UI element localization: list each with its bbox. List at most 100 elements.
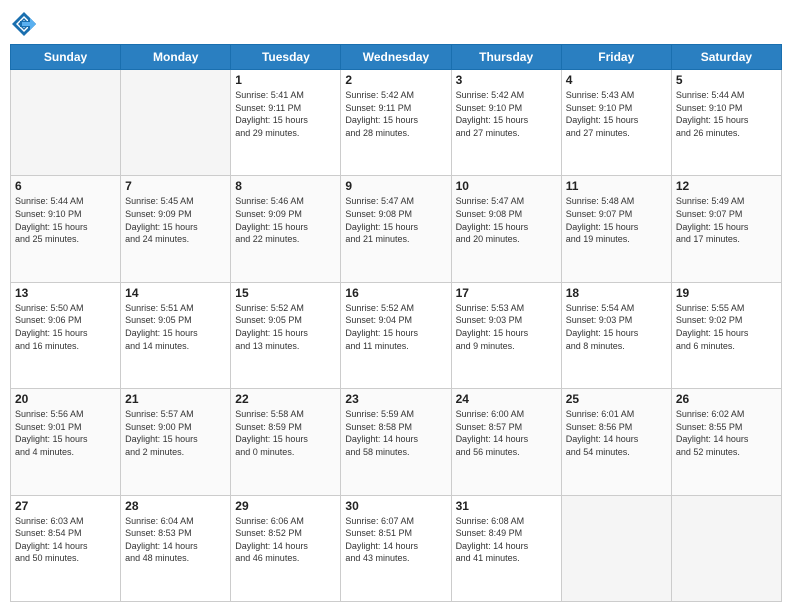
calendar-cell: 18 Sunrise: 5:54 AM Sunset: 9:03 PM Dayli…: [561, 282, 671, 388]
calendar-header-saturday: Saturday: [671, 45, 781, 70]
day-number: 23: [345, 392, 446, 406]
day-detail: Sunrise: 5:53 AM Sunset: 9:03 PM Dayligh…: [456, 302, 557, 352]
calendar-table: SundayMondayTuesdayWednesdayThursdayFrid…: [10, 44, 782, 602]
day-number: 15: [235, 286, 336, 300]
calendar-cell: 31 Sunrise: 6:08 AM Sunset: 8:49 PM Dayli…: [451, 495, 561, 601]
calendar-cell: 20 Sunrise: 5:56 AM Sunset: 9:01 PM Dayli…: [11, 389, 121, 495]
calendar-cell: 14Sunrise: 5:51 AM Sunset: 9:05 PM Dayli…: [121, 282, 231, 388]
day-number: 10: [456, 179, 557, 193]
day-detail: Sunrise: 5:41 AM Sunset: 9:11 PM Dayligh…: [235, 89, 336, 139]
calendar-cell: 22 Sunrise: 5:58 AM Sunset: 8:59 PM Dayli…: [231, 389, 341, 495]
calendar-week-4: 20 Sunrise: 5:56 AM Sunset: 9:01 PM Dayli…: [11, 389, 782, 495]
day-detail: Sunrise: 5:59 AM Sunset: 8:58 PM Dayligh…: [345, 408, 446, 458]
calendar-cell: 23 Sunrise: 5:59 AM Sunset: 8:58 PM Dayli…: [341, 389, 451, 495]
calendar-cell: 27 Sunrise: 6:03 AM Sunset: 8:54 PM Dayli…: [11, 495, 121, 601]
day-number: 1: [235, 73, 336, 87]
day-number: 17: [456, 286, 557, 300]
day-number: 8: [235, 179, 336, 193]
day-detail: Sunrise: 5:52 AM Sunset: 9:05 PM Dayligh…: [235, 302, 336, 352]
calendar-week-3: 13 Sunrise: 5:50 AM Sunset: 9:06 PM Dayli…: [11, 282, 782, 388]
day-detail: Sunrise: 5:44 AM Sunset: 9:10 PM Dayligh…: [676, 89, 777, 139]
day-detail: Sunrise: 5:46 AM Sunset: 9:09 PM Dayligh…: [235, 195, 336, 245]
day-detail: Sunrise: 6:08 AM Sunset: 8:49 PM Dayligh…: [456, 515, 557, 565]
calendar-header-row: SundayMondayTuesdayWednesdayThursdayFrid…: [11, 45, 782, 70]
calendar-header-tuesday: Tuesday: [231, 45, 341, 70]
day-detail: Sunrise: 5:42 AM Sunset: 9:11 PM Dayligh…: [345, 89, 446, 139]
day-detail: Sunrise: 5:44 AM Sunset: 9:10 PM Dayligh…: [15, 195, 116, 245]
calendar-cell: 9 Sunrise: 5:47 AM Sunset: 9:08 PM Daylig…: [341, 176, 451, 282]
calendar-week-5: 27 Sunrise: 6:03 AM Sunset: 8:54 PM Dayli…: [11, 495, 782, 601]
calendar-cell: [11, 70, 121, 176]
day-detail: Sunrise: 5:51 AM Sunset: 9:05 PM Dayligh…: [125, 302, 226, 352]
day-detail: Sunrise: 5:48 AM Sunset: 9:07 PM Dayligh…: [566, 195, 667, 245]
day-number: 2: [345, 73, 446, 87]
day-detail: Sunrise: 5:42 AM Sunset: 9:10 PM Dayligh…: [456, 89, 557, 139]
day-detail: Sunrise: 5:58 AM Sunset: 8:59 PM Dayligh…: [235, 408, 336, 458]
calendar-cell: 26Sunrise: 6:02 AM Sunset: 8:55 PM Dayli…: [671, 389, 781, 495]
header: [10, 10, 782, 38]
calendar-cell: 19Sunrise: 5:55 AM Sunset: 9:02 PM Dayli…: [671, 282, 781, 388]
day-detail: Sunrise: 5:43 AM Sunset: 9:10 PM Dayligh…: [566, 89, 667, 139]
day-detail: Sunrise: 6:06 AM Sunset: 8:52 PM Dayligh…: [235, 515, 336, 565]
day-number: 24: [456, 392, 557, 406]
calendar-week-1: 1 Sunrise: 5:41 AM Sunset: 9:11 PM Daylig…: [11, 70, 782, 176]
calendar-cell: [121, 70, 231, 176]
calendar-cell: 30Sunrise: 6:07 AM Sunset: 8:51 PM Dayli…: [341, 495, 451, 601]
day-detail: Sunrise: 5:56 AM Sunset: 9:01 PM Dayligh…: [15, 408, 116, 458]
calendar-week-2: 6 Sunrise: 5:44 AM Sunset: 9:10 PM Daylig…: [11, 176, 782, 282]
day-detail: Sunrise: 5:52 AM Sunset: 9:04 PM Dayligh…: [345, 302, 446, 352]
day-number: 28: [125, 499, 226, 513]
day-detail: Sunrise: 5:45 AM Sunset: 9:09 PM Dayligh…: [125, 195, 226, 245]
day-number: 18: [566, 286, 667, 300]
day-number: 9: [345, 179, 446, 193]
day-number: 29: [235, 499, 336, 513]
day-number: 3: [456, 73, 557, 87]
calendar-cell: 1 Sunrise: 5:41 AM Sunset: 9:11 PM Daylig…: [231, 70, 341, 176]
day-detail: Sunrise: 5:47 AM Sunset: 9:08 PM Dayligh…: [345, 195, 446, 245]
day-number: 12: [676, 179, 777, 193]
calendar-header-monday: Monday: [121, 45, 231, 70]
calendar-cell: 25Sunrise: 6:01 AM Sunset: 8:56 PM Dayli…: [561, 389, 671, 495]
day-detail: Sunrise: 5:49 AM Sunset: 9:07 PM Dayligh…: [676, 195, 777, 245]
calendar-cell: 16Sunrise: 5:52 AM Sunset: 9:04 PM Dayli…: [341, 282, 451, 388]
calendar-cell: 24 Sunrise: 6:00 AM Sunset: 8:57 PM Dayli…: [451, 389, 561, 495]
day-number: 22: [235, 392, 336, 406]
day-number: 7: [125, 179, 226, 193]
calendar-cell: 21Sunrise: 5:57 AM Sunset: 9:00 PM Dayli…: [121, 389, 231, 495]
day-number: 5: [676, 73, 777, 87]
calendar-cell: 28 Sunrise: 6:04 AM Sunset: 8:53 PM Dayli…: [121, 495, 231, 601]
day-detail: Sunrise: 6:00 AM Sunset: 8:57 PM Dayligh…: [456, 408, 557, 458]
calendar-cell: 15 Sunrise: 5:52 AM Sunset: 9:05 PM Dayli…: [231, 282, 341, 388]
calendar-cell: 17 Sunrise: 5:53 AM Sunset: 9:03 PM Dayli…: [451, 282, 561, 388]
logo-icon: [10, 10, 38, 38]
day-number: 6: [15, 179, 116, 193]
calendar-cell: [561, 495, 671, 601]
calendar-cell: 4Sunrise: 5:43 AM Sunset: 9:10 PM Daylig…: [561, 70, 671, 176]
day-detail: Sunrise: 5:50 AM Sunset: 9:06 PM Dayligh…: [15, 302, 116, 352]
day-number: 27: [15, 499, 116, 513]
calendar-header-wednesday: Wednesday: [341, 45, 451, 70]
day-detail: Sunrise: 6:07 AM Sunset: 8:51 PM Dayligh…: [345, 515, 446, 565]
day-detail: Sunrise: 6:04 AM Sunset: 8:53 PM Dayligh…: [125, 515, 226, 565]
calendar-header-friday: Friday: [561, 45, 671, 70]
day-detail: Sunrise: 5:47 AM Sunset: 9:08 PM Dayligh…: [456, 195, 557, 245]
day-detail: Sunrise: 6:01 AM Sunset: 8:56 PM Dayligh…: [566, 408, 667, 458]
calendar-cell: 10 Sunrise: 5:47 AM Sunset: 9:08 PM Dayli…: [451, 176, 561, 282]
calendar-cell: 29 Sunrise: 6:06 AM Sunset: 8:52 PM Dayli…: [231, 495, 341, 601]
day-detail: Sunrise: 5:54 AM Sunset: 9:03 PM Dayligh…: [566, 302, 667, 352]
calendar-cell: 12 Sunrise: 5:49 AM Sunset: 9:07 PM Dayli…: [671, 176, 781, 282]
day-number: 13: [15, 286, 116, 300]
day-number: 20: [15, 392, 116, 406]
day-number: 31: [456, 499, 557, 513]
calendar-header-sunday: Sunday: [11, 45, 121, 70]
calendar-cell: 7 Sunrise: 5:45 AM Sunset: 9:09 PM Daylig…: [121, 176, 231, 282]
day-number: 26: [676, 392, 777, 406]
calendar-cell: 8 Sunrise: 5:46 AM Sunset: 9:09 PM Daylig…: [231, 176, 341, 282]
calendar-cell: [671, 495, 781, 601]
calendar-cell: 11Sunrise: 5:48 AM Sunset: 9:07 PM Dayli…: [561, 176, 671, 282]
calendar-cell: 6 Sunrise: 5:44 AM Sunset: 9:10 PM Daylig…: [11, 176, 121, 282]
day-detail: Sunrise: 5:55 AM Sunset: 9:02 PM Dayligh…: [676, 302, 777, 352]
day-number: 21: [125, 392, 226, 406]
day-detail: Sunrise: 6:03 AM Sunset: 8:54 PM Dayligh…: [15, 515, 116, 565]
calendar-cell: 2 Sunrise: 5:42 AM Sunset: 9:11 PM Daylig…: [341, 70, 451, 176]
